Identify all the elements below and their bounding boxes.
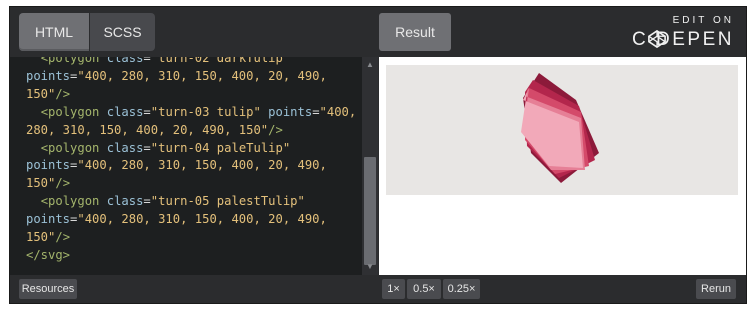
codepen-logo-icon (648, 30, 666, 48)
embed-header: HTML SCSS Result EDIT ON C DEPEN (10, 7, 746, 57)
result-canvas (386, 65, 738, 195)
code-line: 150"/> (26, 230, 71, 245)
tab-html[interactable]: HTML (19, 13, 89, 51)
code-line: 280, 310, 150, 400, 20, 490, 150"/> (26, 122, 283, 137)
zoom-025x-button[interactable]: 0.25× (443, 279, 480, 299)
code-line: <polygon class="turn-05 palestTulip" (40, 194, 305, 209)
scroll-up-arrow-icon[interactable]: ▲ (365, 61, 375, 69)
zoom-05x-button[interactable]: 0.5× (407, 279, 441, 299)
code-line: </svg> (26, 247, 71, 262)
tulip-artwork (521, 73, 599, 183)
scrollbar-thumb[interactable] (364, 157, 376, 265)
code-line: 150"/> (26, 176, 71, 191)
code-line: <polygon class="turn-02 darkTulip" (40, 57, 291, 65)
code-line: <polygon class="turn-03 tulip" points="4… (40, 104, 357, 119)
code-scrollbar[interactable]: ▲ ▼ (362, 57, 378, 275)
scroll-down-arrow-icon[interactable]: ▼ (365, 263, 375, 271)
code-line: <polygon class="turn-04 paleTulip" (40, 140, 291, 155)
embed-footer: Resources 1× 0.5× 0.25× Rerun (10, 275, 746, 303)
code-line: points="400, 280, 310, 150, 400, 20, 490… (26, 158, 327, 173)
codepen-embed: HTML SCSS Result EDIT ON C DEPEN <polygo… (9, 6, 747, 304)
edit-on-codepen-link[interactable]: EDIT ON C DEPEN (626, 15, 736, 51)
result-pane (379, 57, 746, 275)
code-line: points="400, 280, 310, 150, 400, 20, 490… (26, 212, 327, 227)
tab-result[interactable]: Result (379, 13, 451, 51)
code-line: points="400, 280, 310, 150, 400, 20, 490… (26, 68, 327, 83)
code-editor[interactable]: <polygon class="turn-02 darkTulip" point… (10, 57, 362, 275)
code-content: <polygon class="turn-02 darkTulip" point… (26, 57, 356, 265)
rerun-button[interactable]: Rerun (696, 279, 736, 299)
code-line: 150"/> (26, 86, 71, 101)
brand-edit-on: EDIT ON (672, 15, 734, 26)
tab-scss[interactable]: SCSS (90, 13, 155, 51)
resources-button[interactable]: Resources (19, 279, 77, 299)
zoom-1x-button[interactable]: 1× (382, 279, 405, 299)
